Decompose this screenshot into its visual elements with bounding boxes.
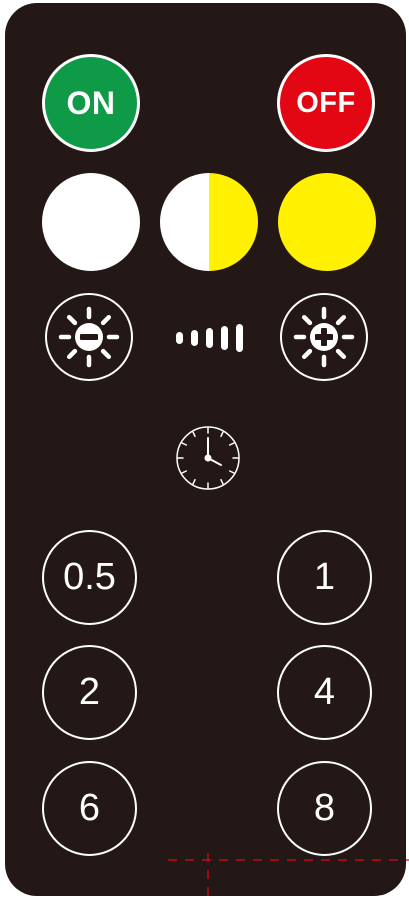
- brightness-down-button[interactable]: [45, 293, 133, 381]
- brightness-level-indicator: [176, 324, 243, 352]
- remote-control-body: ON OFF 0.5 1 2 4 6 8: [5, 3, 406, 896]
- timer-label: 6: [78, 787, 101, 829]
- timer-label: 8: [313, 787, 336, 829]
- power-off-button[interactable]: OFF: [277, 54, 375, 152]
- power-on-button[interactable]: ON: [42, 54, 140, 152]
- warm-yellow-button[interactable]: [278, 173, 376, 271]
- brightness-up-button[interactable]: [280, 293, 368, 381]
- timer-label: 4: [313, 671, 336, 713]
- timer-1h-button[interactable]: 1: [277, 530, 372, 625]
- power-on-label: ON: [66, 84, 116, 121]
- clock-icon: [176, 426, 240, 490]
- brightness-plus-icon: [293, 306, 355, 368]
- mixed-white-yellow-button[interactable]: [160, 173, 258, 271]
- brightness-minus-icon: [58, 306, 120, 368]
- timer-8h-button[interactable]: 8: [277, 761, 372, 856]
- power-off-label: OFF: [296, 86, 356, 119]
- timer-4h-button[interactable]: 4: [277, 645, 372, 740]
- timer-6h-button[interactable]: 6: [42, 761, 137, 856]
- timer-label: 1: [313, 556, 336, 598]
- timer-2h-button[interactable]: 2: [42, 645, 137, 740]
- timer-label: 2: [78, 671, 101, 713]
- timer-0.5h-button[interactable]: 0.5: [42, 530, 137, 625]
- timer-label: 0.5: [63, 556, 116, 598]
- cool-white-button[interactable]: [42, 173, 140, 271]
